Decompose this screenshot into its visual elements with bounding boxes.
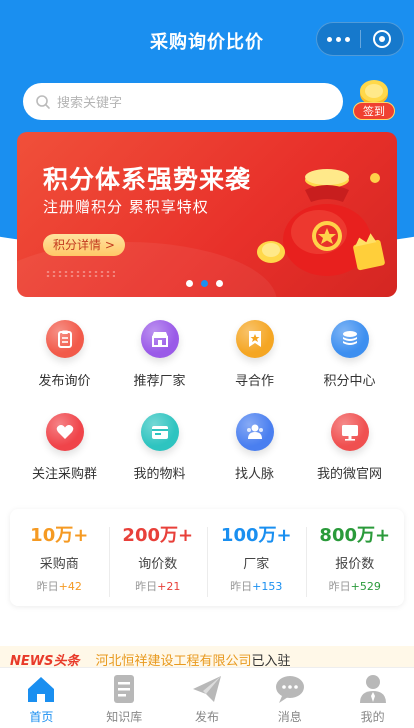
paper-plane-icon xyxy=(192,676,221,702)
tab-home[interactable]: 首页 xyxy=(0,668,83,728)
user-icon xyxy=(359,675,386,703)
feature-item[interactable]: 找人脉 xyxy=(207,413,302,482)
tab-label: 首页 xyxy=(29,710,54,724)
pager-dot[interactable] xyxy=(216,280,223,287)
feature-item[interactable]: 积分中心 xyxy=(302,320,397,389)
stat-name: 厂家 xyxy=(243,557,270,572)
stat-yesterday: 昨日+153 xyxy=(207,578,306,594)
feature-label: 寻合作 xyxy=(234,374,274,389)
bookmark-star-icon xyxy=(235,320,274,358)
signin-button[interactable]: 签到 xyxy=(350,78,398,124)
banner-dot-pattern xyxy=(45,270,115,278)
search-input[interactable]: 搜索关键字 xyxy=(23,83,343,120)
yesterday-label: 昨日 xyxy=(36,580,59,593)
tab-label: 我的 xyxy=(360,710,385,724)
pager-dot[interactable] xyxy=(186,280,193,287)
material-box-icon xyxy=(140,413,179,451)
yesterday-value: +21 xyxy=(157,580,181,593)
tab-knowledge[interactable]: 知识库 xyxy=(83,668,166,728)
coin-stack-icon xyxy=(330,320,369,358)
monitor-icon xyxy=(330,413,369,451)
stat-yesterday: 昨日+42 xyxy=(10,578,109,594)
stat-name: 询价数 xyxy=(138,557,178,572)
search-icon xyxy=(36,94,50,109)
home-icon xyxy=(28,677,55,702)
feature-item[interactable]: 寻合作 xyxy=(207,320,302,389)
feature-grid: 发布询价 推荐厂家 寻合作 积分中心关注采购群 我的物料 找人脉 我的微官网 xyxy=(17,320,397,482)
tab-publish[interactable]: 发布 xyxy=(166,668,249,728)
promo-banner[interactable]: 积分体系强势来袭 注册赠积分 累积享特权 积分详情 > xyxy=(17,132,397,297)
title-bar: 采购询价比价 xyxy=(0,0,414,80)
stat-value: 200万+ xyxy=(122,525,194,546)
news-text: 河北恒祥建设工程有限公司已入驻 xyxy=(95,650,290,669)
document-icon xyxy=(114,675,135,703)
yesterday-value: +42 xyxy=(58,580,82,593)
money-bag-illustration xyxy=(257,169,385,276)
tab-messages[interactable]: 消息 xyxy=(248,668,331,728)
stat-name: 采购商 xyxy=(39,557,79,572)
storefront-icon xyxy=(140,320,179,358)
yesterday-value: +153 xyxy=(252,580,283,593)
stats-panel: 10万+ 采购商 昨日+42 200万+ 询价数 昨日+21 100万+ 厂家 昨日+153 80… xyxy=(10,509,404,606)
stat-value: 10万+ xyxy=(30,525,89,546)
feature-item[interactable]: 我的物料 xyxy=(112,413,207,482)
stat-item: 800万+ 报价数昨日+529 xyxy=(305,521,405,597)
banner-pager xyxy=(186,280,223,287)
pager-dot[interactable] xyxy=(201,280,208,287)
feature-label: 推荐厂家 xyxy=(133,374,186,389)
bottom-tab-bar: 首页 知识库 发布 消息 我的 xyxy=(0,667,414,728)
search-placeholder: 搜索关键字 xyxy=(57,96,123,111)
feature-label: 我的物料 xyxy=(133,467,186,482)
feature-label: 我的微官网 xyxy=(316,467,382,482)
feature-item[interactable]: 关注采购群 xyxy=(17,413,112,482)
feature-item[interactable]: 发布询价 xyxy=(17,320,112,389)
yesterday-label: 昨日 xyxy=(135,580,158,593)
stat-item: 200万+ 询价数昨日+21 xyxy=(108,521,208,597)
stat-item: 10万+ 采购商昨日+42 xyxy=(10,521,109,594)
feature-item[interactable]: 推荐厂家 xyxy=(112,320,207,389)
stat-value: 100万+ xyxy=(220,525,292,546)
tab-label: 发布 xyxy=(194,710,219,724)
heart-icon xyxy=(45,413,84,451)
clipboard-icon xyxy=(45,320,84,358)
stat-yesterday: 昨日+21 xyxy=(109,578,208,594)
tab-mine[interactable]: 我的 xyxy=(331,668,414,728)
more-menu-icon[interactable] xyxy=(317,23,360,55)
miniprogram-capsule xyxy=(316,22,404,56)
points-detail-button[interactable]: 积分详情 > xyxy=(43,234,125,256)
yesterday-value: +529 xyxy=(350,580,381,593)
tab-label: 消息 xyxy=(277,710,302,724)
people-icon xyxy=(235,413,274,451)
feature-label: 积分中心 xyxy=(323,374,376,389)
yesterday-label: 昨日 xyxy=(230,580,253,593)
feature-label: 关注采购群 xyxy=(31,467,97,482)
banner-subline: 注册赠积分 累积享特权 xyxy=(43,198,209,216)
chat-bubble-icon xyxy=(275,676,304,703)
stat-yesterday: 昨日+529 xyxy=(306,578,405,594)
app-page: 采购询价比价 搜索关键字 签到 积分体系强势来袭 注册赠积分 累积享特权 积分详… xyxy=(0,0,414,728)
feature-label: 找人脉 xyxy=(234,467,274,482)
stat-item: 100万+ 厂家昨日+153 xyxy=(207,521,306,597)
banner-headline: 积分体系强势来袭 xyxy=(43,165,252,194)
news-tag: NEWS头条 xyxy=(10,653,80,669)
stat-name: 报价数 xyxy=(335,557,375,572)
feature-label: 发布询价 xyxy=(38,374,91,389)
yesterday-label: 昨日 xyxy=(328,580,351,593)
signin-label: 签到 xyxy=(353,102,395,120)
close-miniprogram-icon[interactable] xyxy=(361,23,403,55)
feature-item[interactable]: 我的微官网 xyxy=(302,413,397,482)
stat-value: 800万+ xyxy=(319,525,391,546)
tab-label: 知识库 xyxy=(106,710,143,724)
